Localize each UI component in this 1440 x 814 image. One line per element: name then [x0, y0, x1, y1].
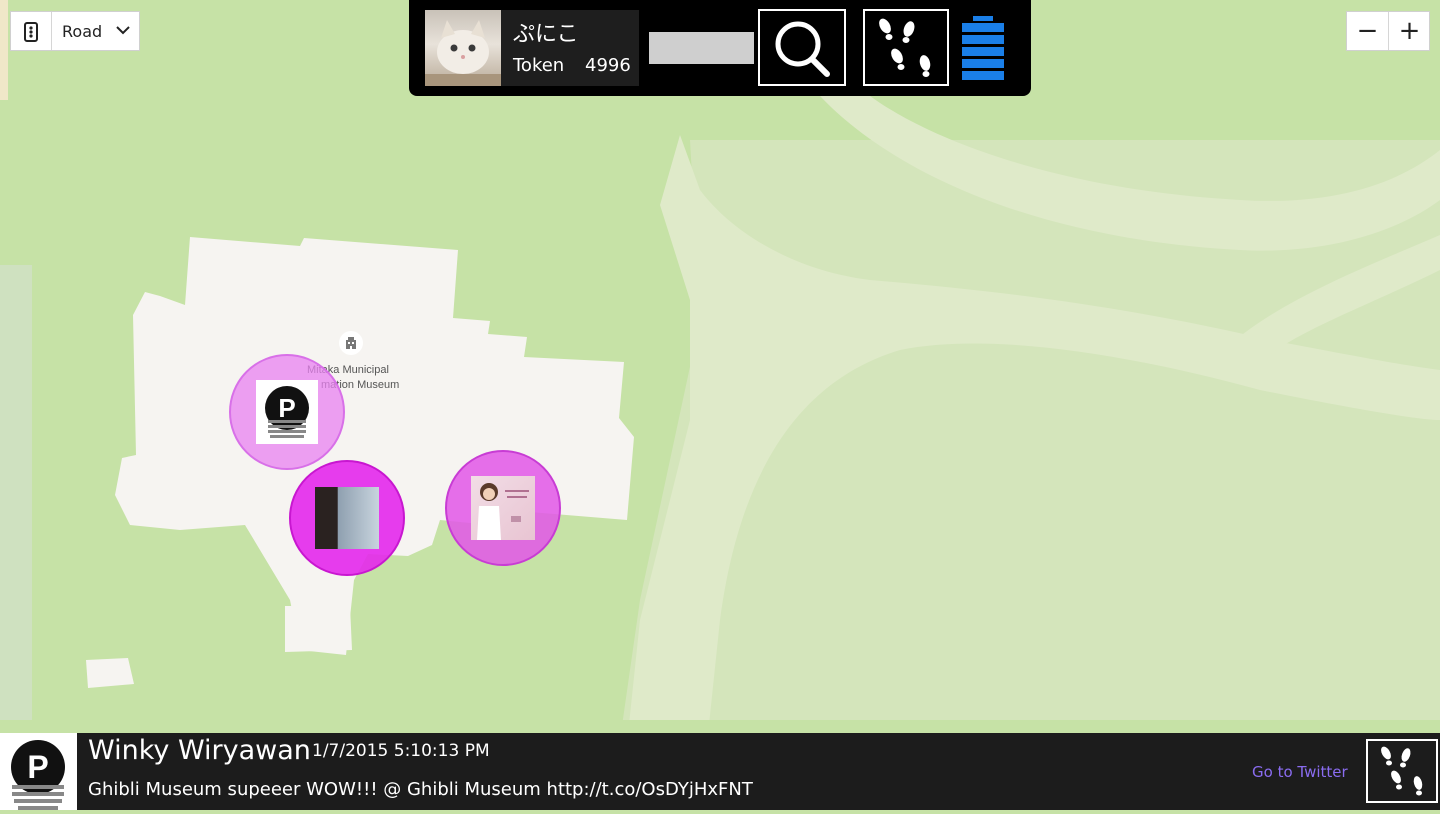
map-pin-winky[interactable]: P — [229, 354, 345, 470]
traffic-light-icon[interactable] — [24, 22, 38, 42]
token-value: 4996 — [585, 55, 631, 76]
footer-footsteps-button[interactable] — [1366, 739, 1438, 803]
search-button[interactable] — [758, 9, 846, 86]
search-input[interactable] — [649, 32, 754, 64]
search-icon — [775, 21, 830, 77]
chevron-down-icon[interactable] — [115, 24, 131, 36]
footsteps-icon — [1381, 746, 1423, 796]
tweet-panel: P Winky Wiryawan 1/7/2015 5:10:13 PM Ghi… — [0, 733, 1440, 810]
map-style-dropdown[interactable]: Road — [10, 11, 140, 51]
pin-avatar-p-logo: P — [256, 380, 318, 444]
map-pin-photo-person[interactable] — [289, 460, 405, 576]
tweet-author-avatar[interactable]: P — [0, 733, 77, 810]
zoom-in-button[interactable]: + — [1389, 12, 1430, 50]
map-pin-photo-woman[interactable] — [445, 450, 561, 566]
svg-text:P: P — [278, 393, 295, 423]
user-avatar[interactable] — [425, 10, 501, 86]
tweet-text: Ghibli Museum supeeer WOW!!! @ Ghibli Mu… — [88, 779, 753, 800]
user-name: ぷにこ — [513, 22, 579, 47]
zoom-control: − + — [1346, 11, 1430, 51]
style-control-divider — [51, 12, 52, 50]
pin-photo-person-image — [315, 487, 379, 549]
battery-icon — [962, 16, 1004, 80]
map-canvas[interactable] — [0, 0, 1440, 810]
map-style-label[interactable]: Road — [62, 22, 102, 41]
zoom-out-button[interactable]: − — [1347, 12, 1388, 50]
footsteps-icon — [879, 18, 931, 77]
tweet-author-name: Winky Wiryawan — [88, 735, 311, 766]
token-label: Token — [513, 55, 565, 76]
poi-building-icon[interactable] — [339, 331, 363, 355]
user-profile-card[interactable]: ぷにこ Token 4996 — [425, 10, 639, 86]
pin-photo-woman-image — [471, 476, 535, 540]
go-to-twitter-link[interactable]: Go to Twitter — [1252, 763, 1348, 781]
tweet-timestamp: 1/7/2015 5:10:13 PM — [312, 741, 490, 761]
top-toolbar: ぷにこ Token 4996 — [409, 0, 1031, 96]
footsteps-button[interactable] — [863, 9, 949, 86]
svg-text:P: P — [27, 749, 48, 785]
